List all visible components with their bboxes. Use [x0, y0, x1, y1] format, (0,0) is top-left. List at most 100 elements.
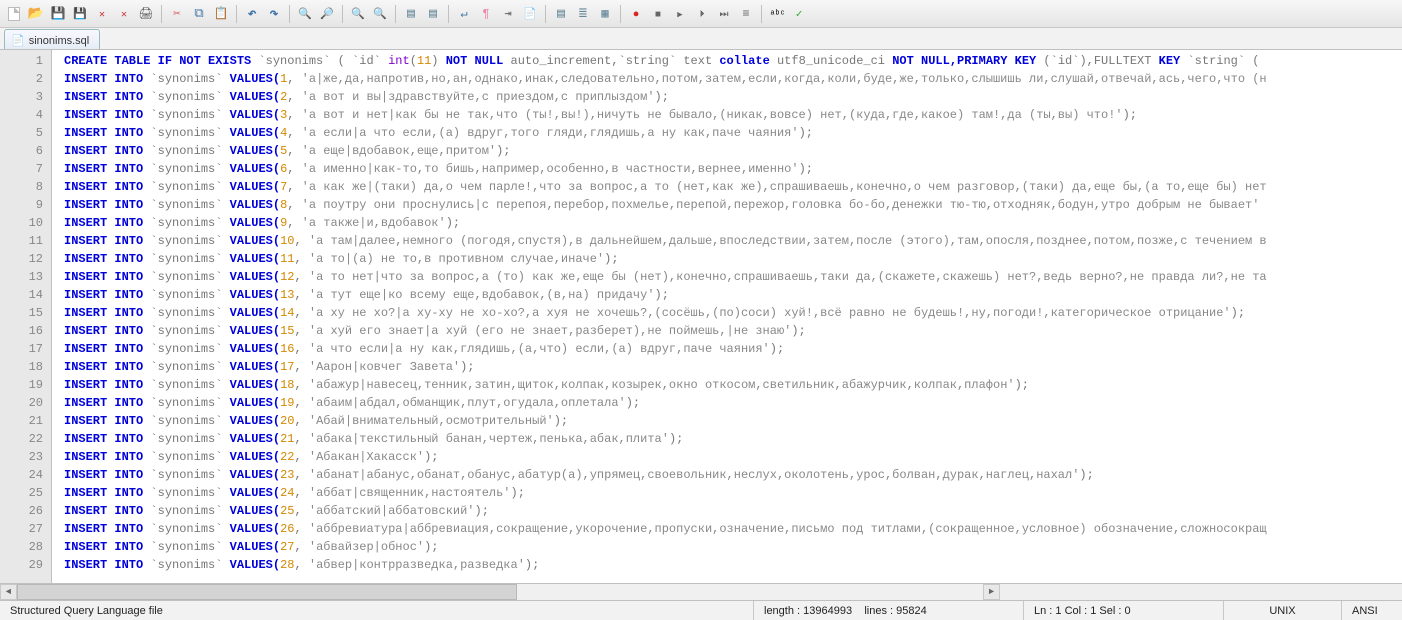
undo-button[interactable]: [242, 4, 262, 24]
code-line[interactable]: INSERT INTO `synonims` VALUES(3, 'а вот …: [64, 106, 1402, 124]
word-wrap-button[interactable]: [454, 4, 474, 24]
file-icon: [11, 34, 25, 47]
line-number: 23: [0, 448, 51, 466]
line-number: 7: [0, 160, 51, 178]
save-all-button[interactable]: [70, 4, 90, 24]
code-line[interactable]: INSERT INTO `synonims` VALUES(19, 'абаим…: [64, 394, 1402, 412]
code-line[interactable]: INSERT INTO `synonims` VALUES(26, 'аббре…: [64, 520, 1402, 538]
sync-h-button[interactable]: [423, 4, 443, 24]
macro-save-button[interactable]: [714, 4, 734, 24]
print-button[interactable]: [136, 4, 156, 24]
cut-button[interactable]: [167, 4, 187, 24]
code-area[interactable]: CREATE TABLE IF NOT EXISTS `synonims` ( …: [52, 50, 1402, 583]
tab-sinonims[interactable]: sinonims.sql: [4, 29, 100, 49]
code-line[interactable]: INSERT INTO `synonims` VALUES(1, 'а|же,д…: [64, 70, 1402, 88]
scroll-right-button[interactable]: ►: [983, 584, 1000, 600]
status-bar: Structured Query Language file length : …: [0, 600, 1402, 620]
redo-button[interactable]: [264, 4, 284, 24]
code-line[interactable]: INSERT INTO `synonims` VALUES(22, 'Абака…: [64, 448, 1402, 466]
code-line[interactable]: INSERT INTO `synonims` VALUES(4, 'а если…: [64, 124, 1402, 142]
line-number: 26: [0, 502, 51, 520]
code-line[interactable]: INSERT INTO `synonims` VALUES(23, 'абана…: [64, 466, 1402, 484]
line-number: 20: [0, 394, 51, 412]
doc-map-button[interactable]: [551, 4, 571, 24]
line-number: 14: [0, 286, 51, 304]
tab-bar: sinonims.sql: [0, 28, 1402, 50]
zoom-out-button[interactable]: [370, 4, 390, 24]
close-all-button[interactable]: [114, 4, 134, 24]
code-line[interactable]: INSERT INTO `synonims` VALUES(7, 'а как …: [64, 178, 1402, 196]
spellcheck-button[interactable]: [767, 4, 787, 24]
code-line[interactable]: INSERT INTO `synonims` VALUES(8, 'а поут…: [64, 196, 1402, 214]
code-line[interactable]: CREATE TABLE IF NOT EXISTS `synonims` ( …: [64, 52, 1402, 70]
tab-label: sinonims.sql: [29, 35, 90, 47]
line-number: 29: [0, 556, 51, 574]
separator: [342, 5, 343, 23]
code-line[interactable]: INSERT INTO `synonims` VALUES(11, 'а то|…: [64, 250, 1402, 268]
zoom-in-button[interactable]: [348, 4, 368, 24]
line-number: 6: [0, 142, 51, 160]
code-line[interactable]: INSERT INTO `synonims` VALUES(15, 'а хуй…: [64, 322, 1402, 340]
paste-button[interactable]: [211, 4, 231, 24]
show-chars-button[interactable]: [476, 4, 496, 24]
find-button[interactable]: [295, 4, 315, 24]
code-line[interactable]: INSERT INTO `synonims` VALUES(27, 'абвай…: [64, 538, 1402, 556]
code-line[interactable]: INSERT INTO `synonims` VALUES(20, 'Абай|…: [64, 412, 1402, 430]
status-eol: UNIX: [1224, 601, 1342, 620]
line-number: 5: [0, 124, 51, 142]
separator: [289, 5, 290, 23]
line-number: 27: [0, 520, 51, 538]
code-line[interactable]: INSERT INTO `synonims` VALUES(10, 'а там…: [64, 232, 1402, 250]
macro-record-button[interactable]: [626, 4, 646, 24]
code-line[interactable]: INSERT INTO `synonims` VALUES(14, 'а ху …: [64, 304, 1402, 322]
line-number-gutter: 1234567891011121314151617181920212223242…: [0, 50, 52, 583]
code-line[interactable]: INSERT INTO `synonims` VALUES(18, 'абажу…: [64, 376, 1402, 394]
code-line[interactable]: INSERT INTO `synonims` VALUES(25, 'аббат…: [64, 502, 1402, 520]
code-line[interactable]: INSERT INTO `synonims` VALUES(16, 'а что…: [64, 340, 1402, 358]
sync-v-button[interactable]: [401, 4, 421, 24]
macro-stop-button[interactable]: [648, 4, 668, 24]
line-number: 17: [0, 340, 51, 358]
spellcheck-toggle-button[interactable]: [789, 4, 809, 24]
separator: [395, 5, 396, 23]
scroll-thumb[interactable]: [17, 584, 517, 600]
code-line[interactable]: INSERT INTO `synonims` VALUES(12, 'а то …: [64, 268, 1402, 286]
new-file-button[interactable]: [4, 4, 24, 24]
separator: [545, 5, 546, 23]
code-line[interactable]: INSERT INTO `synonims` VALUES(13, 'а тут…: [64, 286, 1402, 304]
code-line[interactable]: INSERT INTO `synonims` VALUES(21, 'абака…: [64, 430, 1402, 448]
copy-button[interactable]: [189, 4, 209, 24]
code-line[interactable]: INSERT INTO `synonims` VALUES(2, 'а вот …: [64, 88, 1402, 106]
line-number: 9: [0, 196, 51, 214]
line-number: 1: [0, 52, 51, 70]
code-line[interactable]: INSERT INTO `synonims` VALUES(24, 'аббат…: [64, 484, 1402, 502]
code-line[interactable]: INSERT INTO `synonims` VALUES(28, 'абвер…: [64, 556, 1402, 574]
code-line[interactable]: INSERT INTO `synonims` VALUES(6, 'а имен…: [64, 160, 1402, 178]
line-number: 15: [0, 304, 51, 322]
close-button[interactable]: [92, 4, 112, 24]
editor[interactable]: 1234567891011121314151617181920212223242…: [0, 50, 1402, 583]
scroll-track[interactable]: [17, 584, 983, 600]
macro-play-multi-button[interactable]: [692, 4, 712, 24]
horizontal-scrollbar[interactable]: ◄ ►: [0, 583, 1402, 600]
folder-button[interactable]: [595, 4, 615, 24]
macro-play-button[interactable]: [670, 4, 690, 24]
replace-button[interactable]: [317, 4, 337, 24]
line-number: 16: [0, 322, 51, 340]
save-button[interactable]: [48, 4, 68, 24]
line-number: 2: [0, 70, 51, 88]
scroll-left-button[interactable]: ◄: [0, 584, 17, 600]
line-number: 21: [0, 412, 51, 430]
status-filetype: Structured Query Language file: [0, 601, 754, 620]
code-line[interactable]: INSERT INTO `synonims` VALUES(5, 'а еще|…: [64, 142, 1402, 160]
func-list-button[interactable]: [573, 4, 593, 24]
code-line[interactable]: INSERT INTO `synonims` VALUES(17, 'Аарон…: [64, 358, 1402, 376]
line-number: 3: [0, 88, 51, 106]
indent-guide-button[interactable]: [498, 4, 518, 24]
line-number: 25: [0, 484, 51, 502]
macro-menu-button[interactable]: [736, 4, 756, 24]
status-encoding: ANSI: [1342, 601, 1402, 620]
lang-button[interactable]: [520, 4, 540, 24]
open-file-button[interactable]: [26, 4, 46, 24]
code-line[interactable]: INSERT INTO `synonims` VALUES(9, 'а такж…: [64, 214, 1402, 232]
